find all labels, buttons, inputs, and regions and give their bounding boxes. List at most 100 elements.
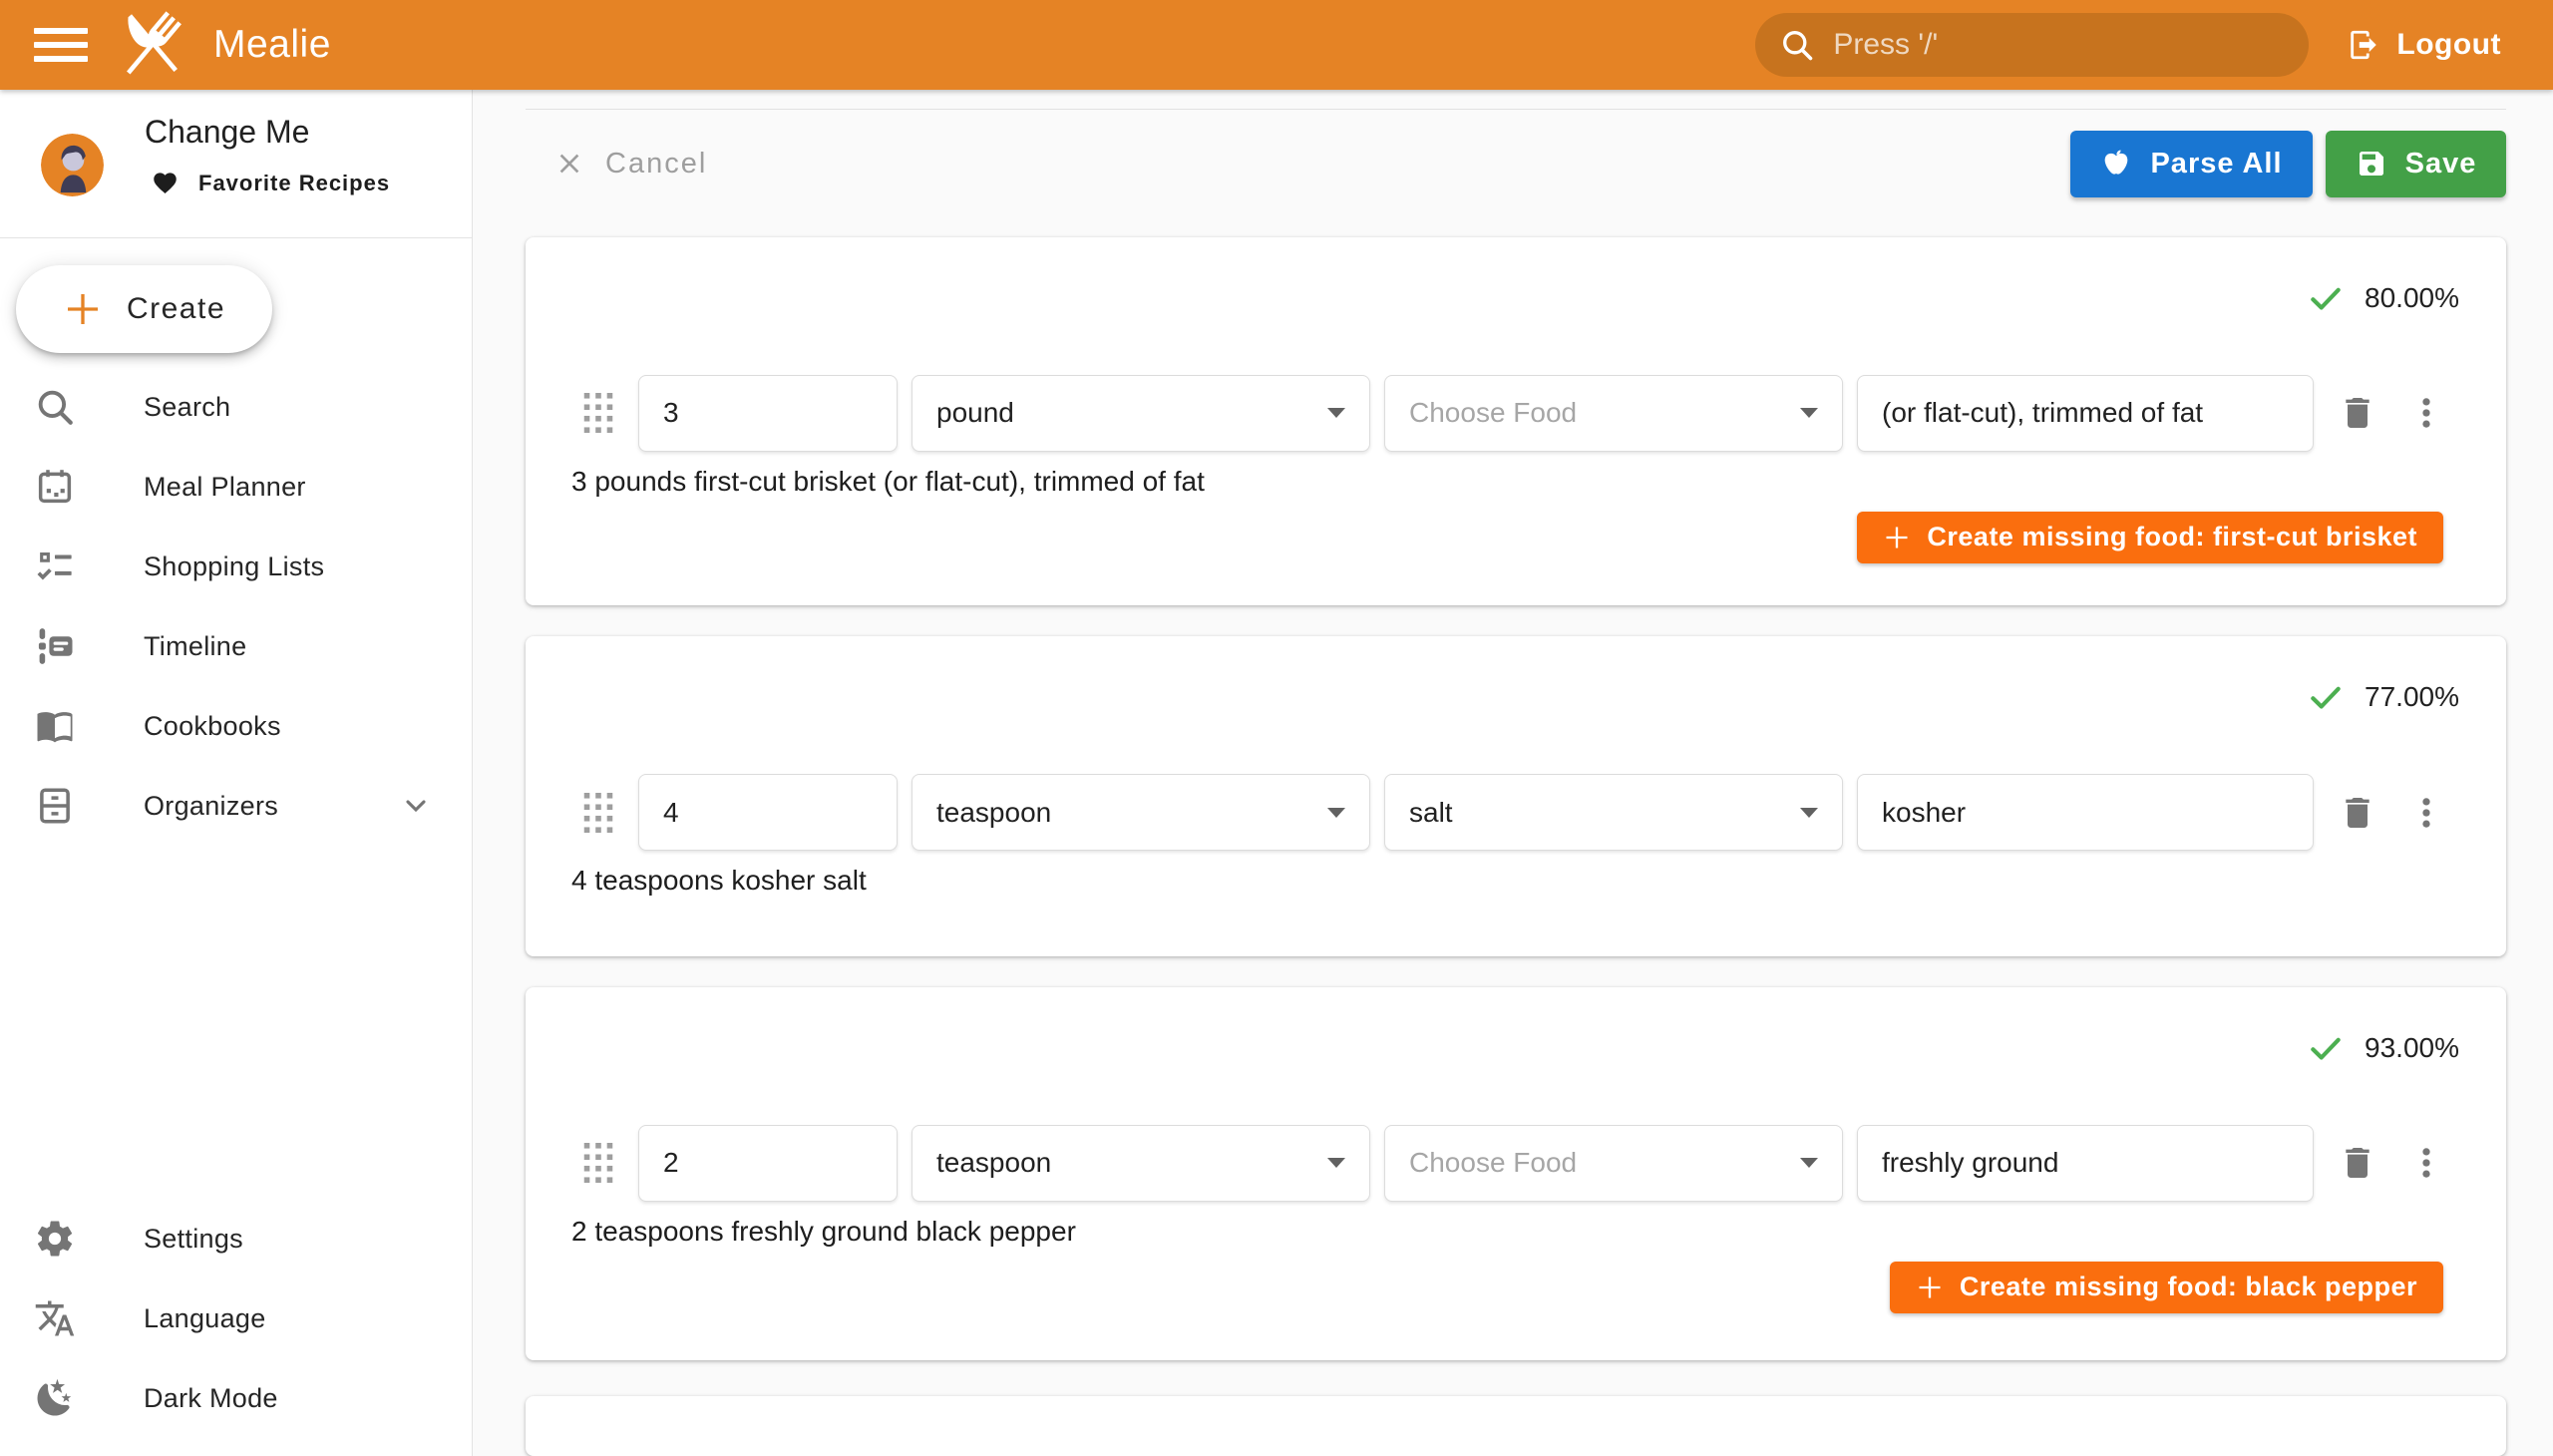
- global-search-input[interactable]: [1833, 28, 2285, 62]
- parse-all-button[interactable]: Parse All: [2070, 131, 2313, 197]
- trash-icon: [2338, 393, 2377, 433]
- quantity-field[interactable]: [638, 375, 898, 452]
- sidebar-item-shopping-lists[interactable]: Shopping Lists: [0, 527, 472, 606]
- ingredient-menu-button[interactable]: [2407, 1144, 2445, 1182]
- ingredient-parser-main: Cancel Parse All Save 80.00%: [473, 90, 2553, 1456]
- create-missing-food-button[interactable]: Create missing food: black pepper: [1890, 1262, 2443, 1313]
- favorite-recipes-link[interactable]: Favorite Recipes: [152, 170, 390, 196]
- create-missing-food-label: Create missing food: first-cut brisket: [1927, 522, 2417, 552]
- cabinet-icon: [34, 785, 76, 827]
- sidebar-item-label: Timeline: [144, 631, 246, 662]
- sidebar-item-meal-planner[interactable]: Meal Planner: [0, 447, 472, 527]
- sidebar-item-dark-mode[interactable]: Dark Mode: [0, 1358, 472, 1438]
- create-label: Create: [127, 292, 225, 326]
- content-top-divider: [526, 109, 2506, 110]
- ingredient-fields-row: pound Choose Food: [526, 375, 2506, 452]
- sidebar-item-label: Shopping Lists: [144, 551, 324, 582]
- quantity-input[interactable]: [663, 1147, 873, 1179]
- checklist-icon: [34, 546, 76, 587]
- ingredient-card: 93.00% teaspoon Choose Food: [526, 987, 2506, 1360]
- drag-handle-icon[interactable]: [583, 393, 613, 433]
- gear-icon: [34, 1218, 76, 1260]
- delete-ingredient-button[interactable]: [2338, 1143, 2377, 1183]
- logout-button[interactable]: Logout: [2347, 28, 2501, 62]
- dropdown-caret-icon: [1327, 1158, 1345, 1168]
- note-input[interactable]: [1882, 1147, 2289, 1179]
- sidebar-item-settings[interactable]: Settings: [0, 1199, 472, 1278]
- trash-icon: [2338, 793, 2377, 833]
- kebab-menu-icon: [2407, 794, 2445, 832]
- check-icon: [2307, 678, 2345, 716]
- quantity-input[interactable]: [663, 797, 873, 829]
- sidebar-item-label: Search: [144, 392, 230, 423]
- quantity-field[interactable]: [638, 774, 898, 851]
- sidebar-item-search[interactable]: Search: [0, 367, 472, 447]
- note-input[interactable]: [1882, 797, 2289, 829]
- heart-icon: [152, 170, 179, 196]
- sidebar-item-label: Language: [144, 1303, 266, 1334]
- sidebar-item-organizers[interactable]: Organizers: [0, 766, 472, 846]
- dropdown-caret-icon: [1327, 408, 1345, 418]
- original-ingredient-text: 4 teaspoons kosher salt: [571, 865, 2506, 897]
- drag-handle-icon[interactable]: [583, 793, 613, 833]
- delete-ingredient-button[interactable]: [2338, 793, 2377, 833]
- search-icon: [34, 386, 76, 428]
- food-placeholder: Choose Food: [1409, 397, 1577, 429]
- drag-handle-icon[interactable]: [583, 1143, 613, 1183]
- global-search[interactable]: [1755, 13, 2309, 77]
- quantity-input[interactable]: [663, 397, 873, 429]
- sidebar-item-cookbooks[interactable]: Cookbooks: [0, 686, 472, 766]
- ingredient-menu-button[interactable]: [2407, 394, 2445, 432]
- save-button[interactable]: Save: [2326, 131, 2506, 197]
- book-open-icon: [34, 705, 76, 747]
- parse-all-label: Parse All: [2150, 148, 2282, 181]
- hamburger-menu-icon[interactable]: [34, 28, 88, 62]
- search-icon: [1779, 27, 1815, 63]
- moon-stars-icon: [34, 1377, 76, 1419]
- avatar[interactable]: [41, 134, 104, 196]
- food-placeholder: Choose Food: [1409, 1147, 1577, 1179]
- food-select[interactable]: Choose Food: [1384, 375, 1843, 452]
- food-select[interactable]: Choose Food: [1384, 1125, 1843, 1202]
- delete-ingredient-button[interactable]: [2338, 393, 2377, 433]
- close-icon: [553, 148, 585, 180]
- sidebar-item-timeline[interactable]: Timeline: [0, 606, 472, 686]
- save-icon: [2356, 148, 2387, 180]
- sidebar-item-label: Dark Mode: [144, 1383, 278, 1414]
- user-name: Change Me: [145, 114, 309, 151]
- plus-icon: [1916, 1274, 1944, 1301]
- note-field[interactable]: [1857, 774, 2314, 851]
- ingredient-fields-row: teaspoon Choose Food: [526, 1125, 2506, 1202]
- profile-section: Change Me Favorite Recipes: [0, 90, 472, 237]
- unit-select[interactable]: teaspoon: [912, 1125, 1370, 1202]
- save-label: Save: [2405, 148, 2477, 181]
- plus-icon: [1883, 524, 1911, 551]
- ingredient-menu-button[interactable]: [2407, 794, 2445, 832]
- sidebar-item-language[interactable]: Language: [0, 1278, 472, 1358]
- confidence-row: 77.00%: [526, 636, 2506, 718]
- sidebar-bottom-menu: Settings Language Dark Mode: [0, 1199, 472, 1438]
- favorite-recipes-label: Favorite Recipes: [198, 171, 390, 196]
- food-select[interactable]: salt: [1384, 774, 1843, 851]
- sidebar-item-label: Organizers: [144, 791, 278, 822]
- sidebar-divider: [0, 237, 472, 238]
- sidebar-item-label: Meal Planner: [144, 472, 306, 503]
- note-field[interactable]: [1857, 375, 2314, 452]
- sidebar-item-label: Settings: [144, 1224, 243, 1255]
- sidebar-item-label: Cookbooks: [144, 711, 281, 742]
- note-input[interactable]: [1882, 397, 2289, 429]
- timeline-icon: [34, 625, 76, 667]
- sidebar: Change Me Favorite Recipes Create Search: [0, 90, 473, 1456]
- create-missing-food-button[interactable]: Create missing food: first-cut brisket: [1857, 512, 2443, 563]
- create-button[interactable]: Create: [16, 265, 272, 353]
- unit-select[interactable]: pound: [912, 375, 1370, 452]
- note-field[interactable]: [1857, 1125, 2314, 1202]
- original-ingredient-text: 2 teaspoons freshly ground black pepper: [571, 1216, 2506, 1248]
- unit-select[interactable]: teaspoon: [912, 774, 1370, 851]
- ingredient-card-partial: [526, 1396, 2506, 1456]
- logout-icon: [2347, 28, 2380, 62]
- cancel-button[interactable]: Cancel: [553, 148, 707, 181]
- quantity-field[interactable]: [638, 1125, 898, 1202]
- mealie-logo-utensils-icon: [112, 6, 189, 84]
- ingredient-card: 80.00% pound Choose Food: [526, 237, 2506, 605]
